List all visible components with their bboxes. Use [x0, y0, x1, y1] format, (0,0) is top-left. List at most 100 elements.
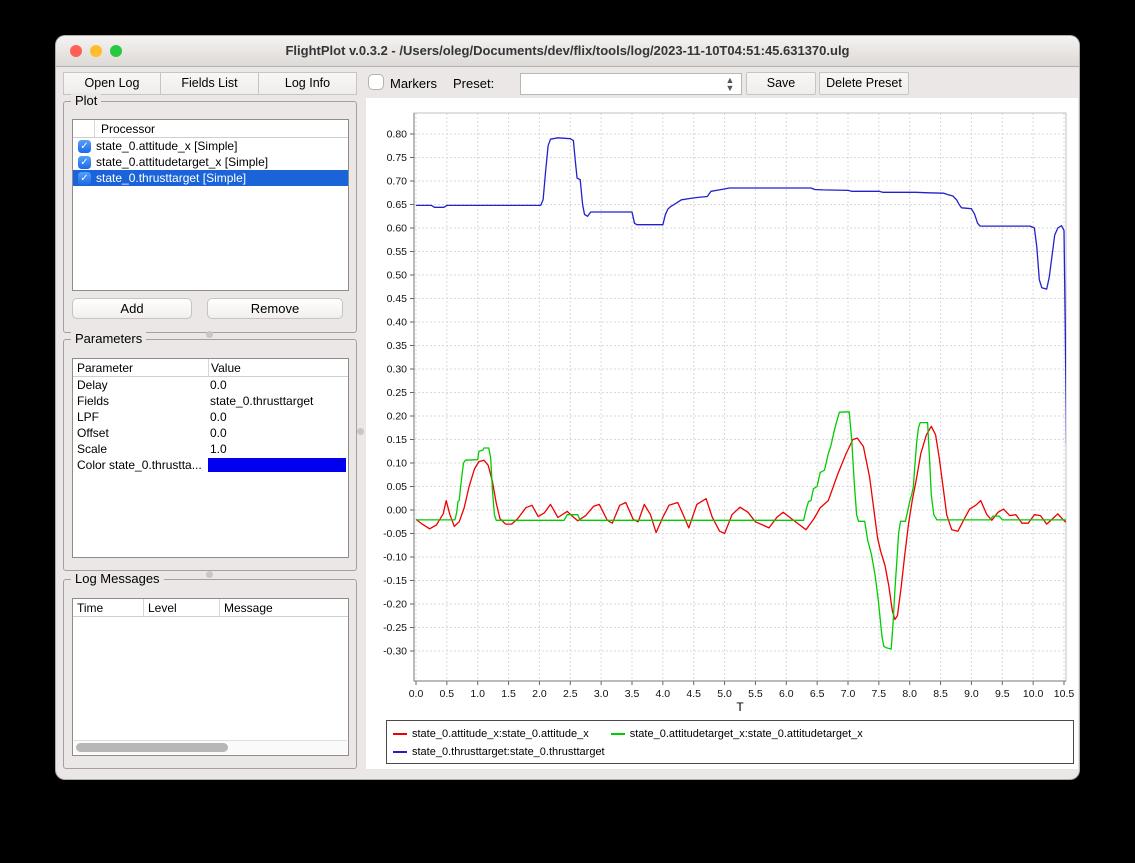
save-preset-button[interactable]: Save Preset: [746, 72, 816, 95]
zoom-window-button[interactable]: [110, 45, 122, 57]
parameter-column-header: Parameter: [73, 361, 208, 375]
remove-button[interactable]: Remove: [207, 298, 343, 319]
row-checkbox[interactable]: ✓: [78, 156, 91, 169]
parameter-value: state_0.thrusttarget: [208, 394, 348, 408]
parameter-value: 1.0: [208, 442, 348, 456]
horizontal-splitter-handle[interactable]: [206, 331, 213, 338]
horizontal-splitter-handle-2[interactable]: [206, 571, 213, 578]
y-tick-label: 0.30: [387, 364, 408, 376]
processor-table[interactable]: Processor ✓ state_0.attitude_x [Simple] ✓ s…: [72, 119, 349, 291]
delete-preset-button[interactable]: Delete Preset: [819, 72, 909, 95]
y-tick-label: 0.50: [387, 270, 408, 282]
row-checkbox[interactable]: ✓: [78, 140, 91, 153]
log-info-button[interactable]: Log Info: [258, 72, 357, 95]
parameter-name: Scale: [73, 442, 208, 456]
parameter-value: 0.0: [208, 426, 348, 440]
x-tick-label: 1.0: [470, 688, 485, 700]
parameter-name: Offset: [73, 426, 208, 440]
plot-group-title: Plot: [71, 93, 101, 108]
parameter-value: 0.0: [208, 410, 348, 424]
plot-row[interactable]: ✓ state_0.thrusttarget [Simple]: [73, 170, 348, 186]
log-messages-table[interactable]: Time Level Message: [72, 598, 349, 756]
minimize-window-button[interactable]: [90, 45, 102, 57]
x-tick-label: 5.0: [717, 688, 732, 700]
parameters-table[interactable]: Parameter Value Delay0.0Fieldsstate_0.th…: [72, 358, 349, 558]
chart-panel[interactable]: 0.00.51.01.52.02.53.03.54.04.55.05.56.06…: [366, 98, 1078, 769]
flightplot-window: FlightPlot v.0.3.2 - /Users/oleg/Documen…: [55, 35, 1080, 780]
y-tick-label: 0.05: [387, 481, 408, 493]
add-button[interactable]: Add: [72, 298, 192, 319]
processor-column-header: Processor: [95, 122, 155, 136]
scrollbar-thumb[interactable]: [76, 743, 228, 752]
close-window-button[interactable]: [70, 45, 82, 57]
log-messages-group: Log Messages Time Level Message: [63, 579, 357, 769]
x-axis-label: T: [736, 700, 744, 714]
y-tick-label: 0.75: [387, 152, 408, 164]
x-tick-label: 0.5: [440, 688, 455, 700]
x-tick-label: 9.0: [964, 688, 979, 700]
series-line: [416, 426, 1066, 619]
x-tick-label: 8.5: [933, 688, 948, 700]
screenshot-root: { "window": {"title": "FlightPlot v.0.3.…: [0, 0, 1135, 863]
markers-label: Markers: [390, 76, 437, 91]
parameters-group-title: Parameters: [71, 331, 146, 346]
chart-legend: state_0.attitude_x:state_0.attitude_xsta…: [386, 720, 1074, 764]
x-tick-label: 5.5: [748, 688, 763, 700]
parameter-name: Delay: [73, 378, 208, 392]
parameter-row[interactable]: Scale1.0: [73, 441, 348, 457]
x-tick-label: 1.5: [501, 688, 516, 700]
y-tick-label: 0.10: [387, 458, 408, 470]
parameter-row[interactable]: Offset0.0: [73, 425, 348, 441]
parameter-row[interactable]: LPF0.0: [73, 409, 348, 425]
legend-label: state_0.thrusttarget:state_0.thrusttarge…: [412, 746, 605, 758]
y-tick-label: 0.65: [387, 199, 408, 211]
y-tick-label: 0.60: [387, 223, 408, 235]
y-tick-label: -0.05: [383, 528, 407, 540]
parameter-name: Fields: [73, 394, 208, 408]
legend-entry: state_0.attitudetarget_x:state_0.attitud…: [611, 728, 863, 740]
traffic-lights: [70, 45, 122, 57]
legend-entry: state_0.thrusttarget:state_0.thrusttarge…: [393, 746, 605, 758]
parameter-row[interactable]: Delay0.0: [73, 377, 348, 393]
x-tick-label: 7.5: [872, 688, 887, 700]
preset-combobox[interactable]: ▲▼: [520, 73, 742, 95]
y-tick-label: -0.10: [383, 552, 407, 564]
row-checkbox[interactable]: ✓: [78, 172, 91, 185]
fields-list-button[interactable]: Fields List: [160, 72, 259, 95]
message-column-header: Message: [220, 601, 273, 615]
row-label: state_0.thrusttarget [Simple]: [96, 171, 246, 185]
color-swatch[interactable]: [208, 458, 346, 472]
y-tick-label: 0.15: [387, 434, 408, 446]
y-tick-label: 0.70: [387, 176, 408, 188]
x-tick-label: 8.0: [902, 688, 917, 700]
x-tick-label: 4.5: [686, 688, 701, 700]
vertical-splitter-handle[interactable]: [357, 428, 364, 435]
y-tick-label: -0.25: [383, 622, 407, 634]
log-horizontal-scrollbar[interactable]: [74, 740, 347, 754]
row-label: state_0.attitude_x [Simple]: [96, 139, 237, 153]
row-label: state_0.attitudetarget_x [Simple]: [96, 155, 268, 169]
color-parameter-row[interactable]: Color state_0.thrustta...: [73, 457, 348, 473]
parameter-row[interactable]: Fieldsstate_0.thrusttarget: [73, 393, 348, 409]
x-tick-label: 7.0: [841, 688, 856, 700]
x-tick-label: 2.0: [532, 688, 547, 700]
flight-chart[interactable]: 0.00.51.01.52.02.53.03.54.04.55.05.56.06…: [366, 101, 1078, 720]
log-table-header: Time Level Message: [73, 599, 348, 617]
y-tick-label: 0.45: [387, 293, 408, 305]
combo-stepper-icon[interactable]: ▲▼: [720, 74, 740, 94]
parameters-table-header: Parameter Value: [73, 359, 348, 377]
title-bar[interactable]: FlightPlot v.0.3.2 - /Users/oleg/Documen…: [56, 36, 1079, 67]
plot-row[interactable]: ✓ state_0.attitudetarget_x [Simple]: [73, 154, 348, 170]
preset-input[interactable]: [523, 75, 719, 95]
y-tick-label: 0.00: [387, 505, 408, 517]
plot-row[interactable]: ✓ state_0.attitude_x [Simple]: [73, 138, 348, 154]
series-line: [416, 138, 1067, 444]
y-tick-label: 0.35: [387, 340, 408, 352]
window-title: FlightPlot v.0.3.2 - /Users/oleg/Documen…: [56, 36, 1079, 66]
y-tick-label: 0.80: [387, 129, 408, 141]
open-log-button[interactable]: Open Log: [63, 72, 161, 95]
legend-label: state_0.attitudetarget_x:state_0.attitud…: [630, 728, 863, 740]
markers-checkbox[interactable]: [368, 74, 384, 90]
legend-line-icon: [393, 733, 407, 735]
x-tick-label: 9.5: [995, 688, 1010, 700]
